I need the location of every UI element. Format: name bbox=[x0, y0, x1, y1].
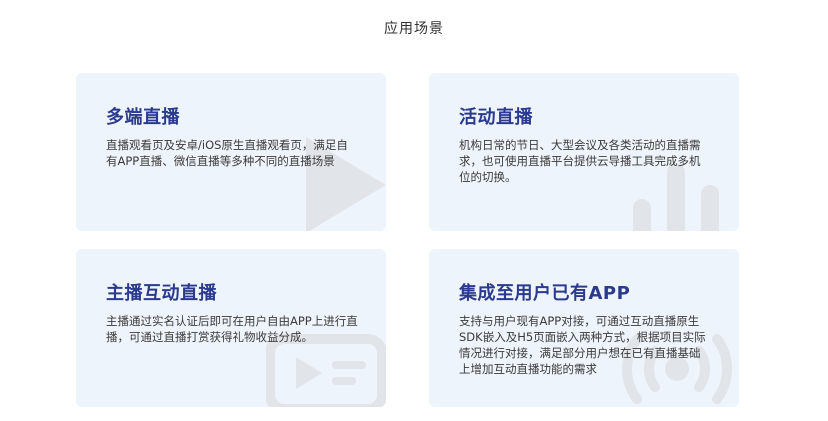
card-multi-platform-live[interactable]: 多端直播 直播观看页及安卓/iOS原生直播观看页，满足自有APP直播、微信直播等… bbox=[76, 73, 386, 231]
card-title: 多端直播 bbox=[106, 107, 180, 128]
card-title: 活动直播 bbox=[459, 107, 533, 128]
section-title: 应用场景 bbox=[384, 21, 444, 37]
card-description: 机构日常的节日、大型会议及各类活动的直播需求，也可使用直播平台提供云导播工具完成… bbox=[459, 138, 701, 184]
card-title: 主播互动直播 bbox=[106, 283, 217, 304]
card-description: 直播观看页及安卓/iOS原生直播观看页，满足自有APP直播、微信直播等多种不同的… bbox=[106, 138, 348, 168]
card-event-live[interactable]: 活动直播 机构日常的节日、大型会议及各类活动的直播需求，也可使用直播平台提供云导… bbox=[429, 73, 739, 231]
card-description: 支持与用户现有APP对接，可通过互动直播原生SDK嵌入及H5页面嵌入两种方式，根… bbox=[459, 314, 706, 376]
scenarios-section: 应用场景 多端直播 直播观看页及安卓/iOS原生直播观看页，满足自有APP直播、… bbox=[0, 0, 828, 421]
card-anchor-interactive-live[interactable]: 主播互动直播 主播通过实名认证后即可在用户自由APP上进行直播，可通过直播打赏获… bbox=[76, 249, 386, 407]
card-description: 主播通过实名认证后即可在用户自由APP上进行直播，可通过直播打赏获得礼物收益分成… bbox=[106, 314, 358, 344]
card-title: 集成至用户已有APP bbox=[459, 283, 631, 304]
card-integrate-existing-app[interactable]: 集成至用户已有APP 支持与用户现有APP对接，可通过互动直播原生SDK嵌入及H… bbox=[429, 249, 739, 407]
